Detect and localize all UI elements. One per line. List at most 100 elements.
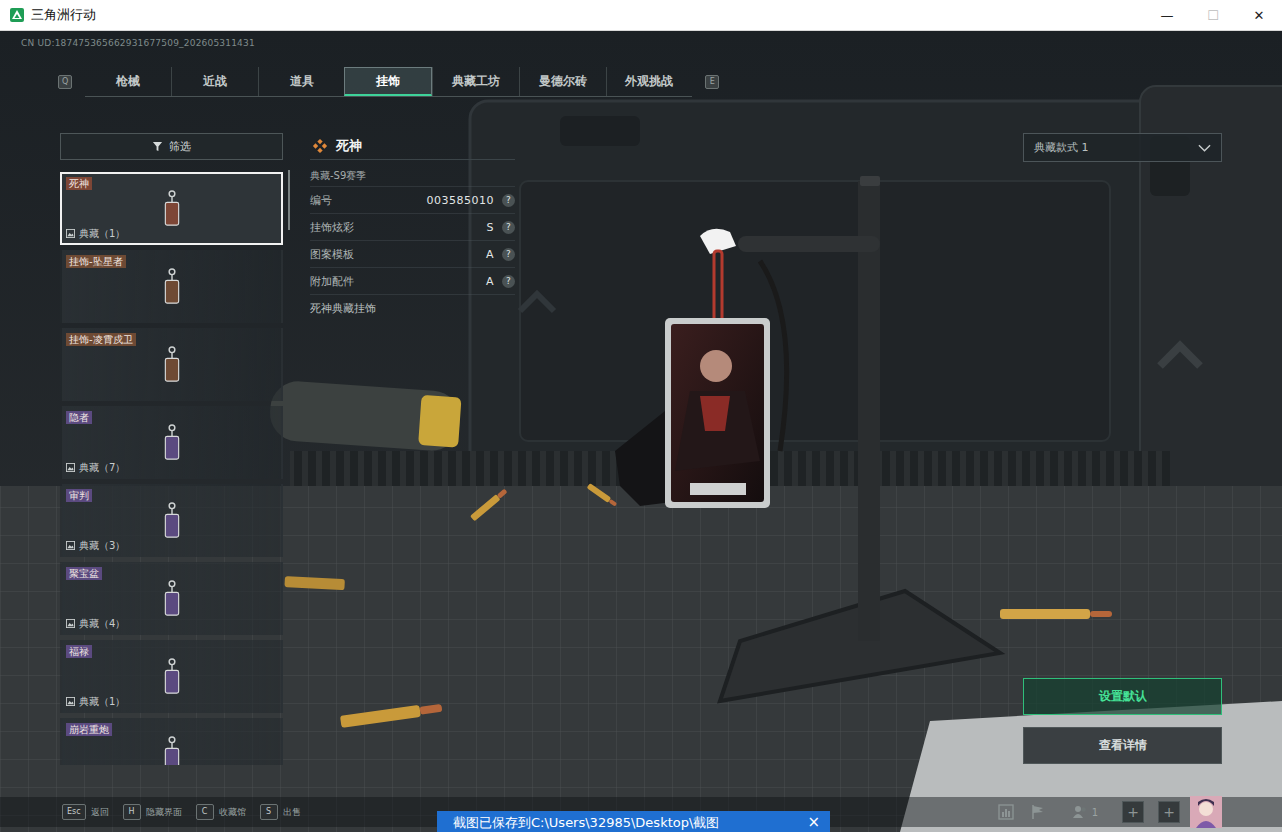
item-card[interactable]: 审判典藏（3） <box>60 484 283 557</box>
next-tab-key[interactable]: E <box>705 75 719 89</box>
item-name-badge: 挂饰-凌霄戍卫 <box>66 333 136 346</box>
help-icon[interactable]: ? <box>502 221 515 234</box>
collection-diamond-icon <box>312 138 328 154</box>
key-hint[interactable]: S出售 <box>260 804 301 820</box>
game-area: CN UD:187475365662931677509_202605311431… <box>0 31 1282 832</box>
help-icon[interactable]: ? <box>502 194 515 207</box>
category-tab[interactable]: 典藏工坊 <box>432 67 519 96</box>
detail-description: 死神典藏挂饰 <box>310 295 515 322</box>
item-tag-row: 典藏（1） <box>66 227 277 240</box>
canister <box>268 379 462 452</box>
image-icon <box>66 463 75 472</box>
item-card[interactable]: 崩岩重炮 <box>60 718 283 765</box>
detail-row: 挂饰炫彩S? <box>310 214 515 241</box>
detail-subtitle: 典藏-S9赛季 <box>310 160 515 187</box>
charm-icon <box>162 658 182 696</box>
item-tag-row: 典藏（4） <box>66 617 277 630</box>
window-control-button[interactable]: — <box>1144 0 1190 30</box>
charm-icon <box>162 502 182 540</box>
help-icon[interactable]: ? <box>502 248 515 261</box>
key-hint[interactable]: H隐藏界面 <box>123 804 182 820</box>
window-title: 三角洲行动 <box>31 6 96 24</box>
player-avatar-icon[interactable] <box>1190 796 1222 828</box>
screenshot-toast: 截图已保存到C:\Users\32985\Desktop\截图× <box>437 811 830 832</box>
image-icon <box>66 619 75 628</box>
item-name-badge: 隐者 <box>66 411 92 424</box>
title-bar: 三角洲行动 —☐✕ <box>0 0 1282 31</box>
item-thumbnail <box>66 580 277 617</box>
item-tag-row: 典藏（7） <box>66 461 277 474</box>
add-teammate-slot[interactable]: + <box>1158 801 1180 823</box>
item-thumbnail <box>66 268 277 305</box>
item-thumbnail <box>66 658 277 695</box>
item-list: 死神典藏（1）挂饰-坠星者挂饰-凌霄戍卫隐者典藏（7）审判典藏（3）聚宝盆典藏（… <box>60 172 283 765</box>
image-icon <box>66 229 75 238</box>
party-indicator[interactable]: 1 <box>1071 803 1098 821</box>
category-tab[interactable]: 外观挑战 <box>606 67 693 96</box>
prev-tab-key[interactable]: Q <box>58 75 72 89</box>
image-icon <box>66 541 75 550</box>
detail-panel: 死神典藏-S9赛季编号003585010?挂饰炫彩S?图案模板A?附加配件A?死… <box>310 133 515 797</box>
item-tag: 典藏（3） <box>79 539 125 553</box>
chevron-down-icon <box>1198 144 1211 152</box>
charm-icon <box>162 346 182 384</box>
item-tag-row <box>66 383 277 396</box>
tab-strip: 枪械近战道具挂饰典藏工坊曼德尔砖外观挑战 <box>85 67 692 97</box>
stats-chart-icon[interactable] <box>997 803 1015 821</box>
window-control-button[interactable]: ☐ <box>1190 0 1236 30</box>
action-button[interactable]: 设置默认 <box>1023 678 1222 715</box>
detail-row: 附加配件A? <box>310 268 515 295</box>
window-control-button[interactable]: ✕ <box>1236 0 1282 30</box>
status-icons: 1 + + <box>997 796 1222 828</box>
key-hints: Esc返回 H隐藏界面 C收藏馆 S出售 <box>62 804 301 820</box>
item-name-badge: 福禄 <box>66 645 92 658</box>
item-tag: 典藏（7） <box>79 461 125 475</box>
window-controls: —☐✕ <box>1144 0 1282 30</box>
funnel-icon <box>152 141 163 152</box>
list-scrollbar[interactable] <box>288 170 290 230</box>
item-thumbnail <box>66 736 277 765</box>
detail-title: 死神 <box>310 133 515 160</box>
charm-icon <box>162 424 182 462</box>
item-card[interactable]: 挂饰-凌霄戍卫 <box>60 328 283 401</box>
action-buttons: 设置默认查看详情 <box>1023 678 1222 764</box>
item-tag-row <box>66 305 277 318</box>
category-tabs: Q 枪械近战道具挂饰典藏工坊曼德尔砖外观挑战 E <box>58 67 1282 97</box>
category-tab[interactable]: 曼德尔砖 <box>519 67 606 96</box>
category-tab[interactable]: 枪械 <box>85 67 171 96</box>
filter-button[interactable]: 筛选 <box>60 133 283 160</box>
detail-row: 图案模板A? <box>310 241 515 268</box>
item-tag-row: 典藏（3） <box>66 539 277 552</box>
add-teammate-slot[interactable]: + <box>1122 801 1144 823</box>
item-tag-row: 典藏（1） <box>66 695 277 708</box>
item-thumbnail <box>66 190 277 227</box>
flag-icon[interactable] <box>1029 803 1047 821</box>
charm-icon <box>162 580 182 618</box>
charm-icon <box>162 190 182 228</box>
help-icon[interactable]: ? <box>502 275 515 288</box>
item-tag: 典藏（1） <box>79 227 125 241</box>
death-charm <box>615 229 787 508</box>
key-hint[interactable]: Esc返回 <box>62 804 109 820</box>
category-tab[interactable]: 挂饰 <box>344 67 432 96</box>
user-id-text: CN UD:187475365662931677509_202605311431 <box>21 37 1282 49</box>
category-tab[interactable]: 近战 <box>171 67 258 96</box>
item-card[interactable]: 福禄典藏（1） <box>60 640 283 713</box>
item-panel: 筛选死神典藏（1）挂饰-坠星者挂饰-凌霄戍卫隐者典藏（7）审判典藏（3）聚宝盆典… <box>60 133 283 797</box>
key-hint[interactable]: C收藏馆 <box>196 804 246 820</box>
item-name-badge: 审判 <box>66 489 92 502</box>
game-logo-icon <box>10 8 24 22</box>
item-tag: 典藏（1） <box>79 695 125 709</box>
item-thumbnail <box>66 346 277 383</box>
item-card[interactable]: 死神典藏（1） <box>60 172 283 245</box>
action-button[interactable]: 查看详情 <box>1023 727 1222 764</box>
content-area: 筛选死神典藏（1）挂饰-坠星者挂饰-凌霄戍卫隐者典藏（7）审判典藏（3）聚宝盆典… <box>0 133 1282 797</box>
toast-close-button[interactable]: × <box>805 814 822 831</box>
category-tab[interactable]: 道具 <box>258 67 345 96</box>
item-tag: 典藏（4） <box>79 617 125 631</box>
item-card[interactable]: 隐者典藏（7） <box>60 406 283 479</box>
item-card[interactable]: 聚宝盆典藏（4） <box>60 562 283 635</box>
people-icon <box>1071 803 1089 821</box>
item-card[interactable]: 挂饰-坠星者 <box>60 250 283 323</box>
style-dropdown[interactable]: 典藏款式 1 <box>1023 133 1222 162</box>
